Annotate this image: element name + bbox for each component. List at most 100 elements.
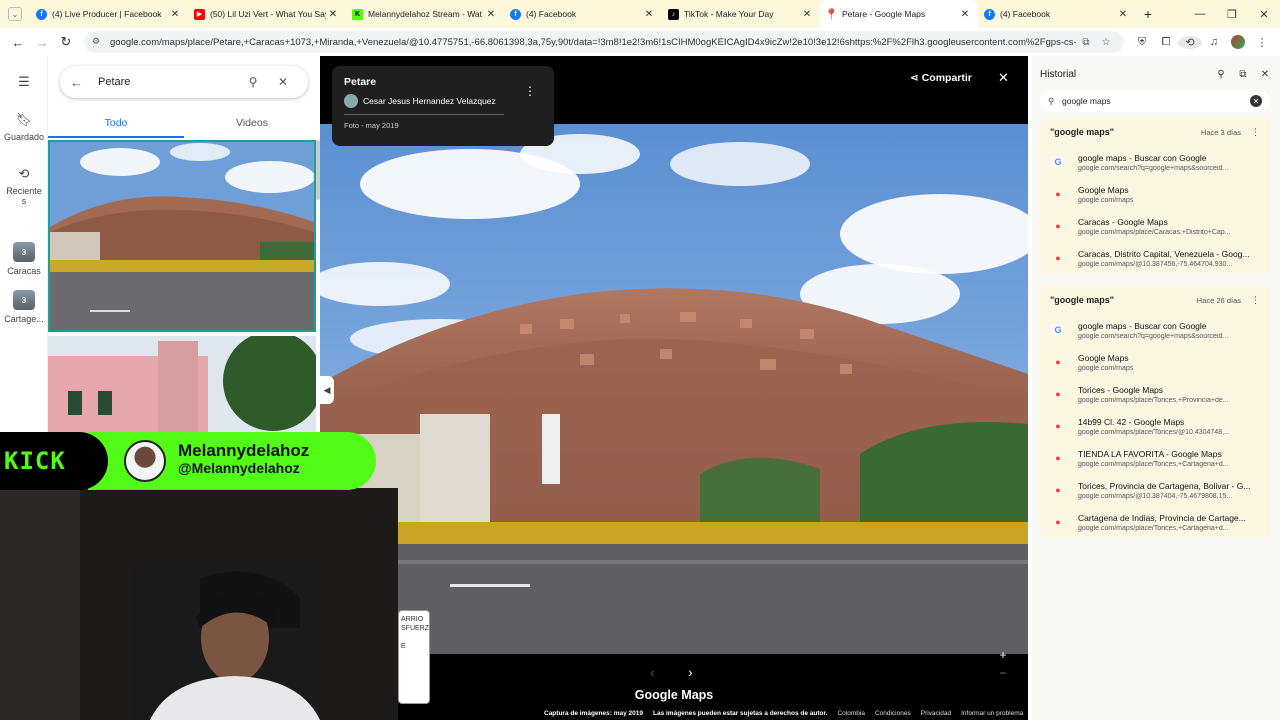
streamer-banner: KICK Melannydelahoz @Melannydelahoz	[0, 432, 376, 490]
close-tab-icon[interactable]: ✕	[958, 9, 972, 20]
more-options-icon[interactable]: ⋮	[1251, 295, 1260, 306]
restore-icon[interactable]: ❐	[1216, 8, 1248, 21]
photo-info-card: Petare Cesar Jesus Hernandez Velazquez F…	[332, 66, 554, 146]
browser-tab-bar: ⌄ f (4) Live Producer | Facebook ✕ ▶ (50) Li…	[0, 0, 1280, 28]
search-query[interactable]: Petare	[92, 76, 238, 88]
pin-icon[interactable]: ⚲	[1210, 69, 1232, 80]
footer-capture-date: Captura de imágenes: may 2019	[544, 710, 643, 717]
browser-tab[interactable]: f (4) Facebook ✕	[978, 0, 1136, 28]
close-tab-icon[interactable]: ✕	[326, 9, 340, 20]
history-entry[interactable]: Ggoogle maps - Buscar con Google google.c…	[1040, 314, 1270, 346]
browser-tab[interactable]: 📍 Petare - Google Maps ✕	[820, 0, 978, 28]
profile-avatar[interactable]	[1231, 35, 1245, 49]
browser-tab[interactable]: f (4) Facebook ✕	[504, 0, 662, 28]
prev-photo-icon[interactable]: ‹	[650, 664, 655, 680]
webcam-feed	[0, 488, 398, 720]
maps-side-panel: ← Petare ⚲ ✕ Todo Videos	[48, 56, 320, 436]
footer-country[interactable]: Colombia	[837, 710, 864, 717]
install-app-icon[interactable]: ⧉	[1076, 37, 1096, 48]
photo-author[interactable]: Cesar Jesus Hernandez Velazquez	[344, 94, 504, 115]
close-viewer-icon[interactable]: ✕	[998, 70, 1009, 86]
history-entry[interactable]: ● Caracas - Google Maps google.com/maps/pl…	[1040, 210, 1270, 242]
close-tab-icon[interactable]: ✕	[168, 9, 182, 20]
entry-url: google.com/search?q=google+maps&sourceid…	[1078, 332, 1229, 340]
reload-icon[interactable]: ↻	[54, 34, 78, 50]
saved-button[interactable]: 🔖︎ Guardado	[0, 112, 48, 142]
open-in-new-icon[interactable]: ⧉	[1232, 69, 1254, 80]
history-entry[interactable]: ● Cartagena de Indias, Provincia de Carta…	[1040, 506, 1270, 538]
footer-privacy-link[interactable]: Privacidad	[921, 710, 951, 717]
new-tab-button[interactable]: +	[1136, 6, 1160, 22]
minimize-icon[interactable]: —	[1184, 8, 1216, 21]
forward-arrow-icon[interactable]: →	[30, 35, 54, 50]
clear-search-icon[interactable]: ✕	[268, 75, 298, 89]
footer-terms-link[interactable]: Condiciones	[875, 710, 911, 717]
entry-title: Google Maps	[1078, 352, 1129, 363]
history-icon[interactable]: ⟲	[1178, 35, 1202, 49]
toolbar-icons: ⛨ ⧠ ⟲ ♫ ⋮	[1130, 35, 1274, 49]
next-photo-icon[interactable]: ›	[688, 664, 693, 680]
url-input[interactable]: ⚙ google.com/maps/place/Petare,+Caracas+…	[84, 31, 1124, 53]
browser-tab[interactable]: f (4) Live Producer | Facebook ✕	[30, 0, 188, 28]
entry-title: TIENDA LA FAVORITA - Google Maps	[1078, 448, 1222, 459]
footer-report-link[interactable]: Informar un problema	[961, 710, 1023, 717]
tab-all[interactable]: Todo	[48, 112, 184, 138]
close-tab-icon[interactable]: ✕	[642, 9, 656, 20]
browser-tab[interactable]: ▶ (50) Lil Uzi Vert - What You Say ✕	[188, 0, 346, 28]
history-entry[interactable]: Ggoogle maps - Buscar con Google google.c…	[1040, 146, 1270, 178]
author-name: Cesar Jesus Hernandez Velazquez	[363, 96, 496, 106]
recent-caracas[interactable]: 3 Caracas	[0, 242, 48, 276]
zoom-in-icon[interactable]: +	[996, 646, 1010, 664]
main-photo[interactable]	[320, 124, 1028, 654]
group-header[interactable]: "google maps" Hace 26 días ⋮	[1040, 286, 1270, 314]
zoom-out-icon[interactable]: −	[996, 664, 1010, 682]
history-search-input[interactable]: ⚲ google maps ✕	[1040, 90, 1270, 112]
history-entry[interactable]: ● Torices - Google Maps google.com/maps/pl…	[1040, 378, 1270, 410]
browser-tab[interactable]: K Melannydelahoz Stream - Wat ✕	[346, 0, 504, 28]
close-tab-icon[interactable]: ✕	[800, 9, 814, 20]
author-avatar	[344, 94, 358, 108]
media-controls-icon[interactable]: ♫	[1202, 36, 1226, 48]
clear-search-icon[interactable]: ✕	[1250, 95, 1262, 107]
back-arrow-icon[interactable]: ←	[70, 75, 92, 90]
more-options-icon[interactable]: ⋮	[524, 84, 536, 98]
browser-tab[interactable]: ♪ TikTok - Make Your Day ✕	[662, 0, 820, 28]
menu-button[interactable]: ☰	[0, 74, 48, 94]
history-entry[interactable]: ● 14b99 Cl. 42 - Google Maps google.com/ma…	[1040, 410, 1270, 442]
collapse-panel-button[interactable]: ◀	[320, 376, 334, 404]
menu-dots-icon[interactable]: ⋮	[1250, 36, 1274, 49]
close-tab-icon[interactable]: ✕	[484, 9, 498, 20]
shield-extension-icon[interactable]: ⛨	[1130, 36, 1154, 49]
zoom-controls: + −	[996, 646, 1010, 682]
tab-search-button[interactable]: ⌄	[0, 0, 30, 28]
more-options-icon[interactable]: ⋮	[1251, 127, 1260, 138]
street-view-minimap[interactable]: ARRIO SFUERZ E	[398, 610, 430, 704]
history-entry[interactable]: ● Google Maps google.com/maps	[1040, 346, 1270, 378]
search-icon[interactable]: ⚲	[238, 75, 268, 89]
recents-label: Recientes	[6, 186, 42, 206]
streamer-avatar	[124, 440, 166, 482]
group-header[interactable]: "google maps" Hace 3 días ⋮	[1040, 118, 1270, 146]
history-entry[interactable]: ● TIENDA LA FAVORITA - Google Maps google.…	[1040, 442, 1270, 474]
recent-cartagena[interactable]: 3 Cartage...	[0, 290, 48, 324]
share-button[interactable]: ⋖ Compartir	[910, 72, 972, 84]
tab-videos[interactable]: Videos	[184, 112, 320, 138]
photo-thumbnail-selected[interactable]	[48, 140, 316, 332]
close-panel-icon[interactable]: ✕	[1254, 69, 1276, 80]
close-window-icon[interactable]: ✕	[1248, 8, 1280, 21]
close-tab-icon[interactable]: ✕	[1116, 9, 1130, 20]
tab-strip: f (4) Live Producer | Facebook ✕ ▶ (50) Lil …	[30, 0, 1136, 28]
site-info-icon[interactable]: ⚙	[92, 36, 104, 48]
photo-thumbnail[interactable]	[48, 336, 316, 436]
extensions-puzzle-icon[interactable]: ⧠	[1154, 36, 1178, 49]
recent-caracas-label: Caracas	[7, 266, 41, 276]
back-arrow-icon[interactable]: ←	[6, 35, 30, 50]
bookmark-star-icon[interactable]: ☆	[1096, 37, 1116, 48]
entry-title: Torices - Google Maps	[1078, 384, 1164, 395]
tab-title: (4) Live Producer | Facebook	[52, 9, 162, 19]
recents-button[interactable]: ⟲ Recientes	[0, 166, 48, 206]
history-entry[interactable]: ● Caracas, Distrito Capital, Venezuela - …	[1040, 242, 1270, 274]
maps-search-box[interactable]: ← Petare ⚲ ✕	[60, 66, 308, 98]
history-entry[interactable]: ● Google Maps google.com/maps	[1040, 178, 1270, 210]
history-entry[interactable]: ● Torices, Provincia de Cartagena, Boliva…	[1040, 474, 1270, 506]
